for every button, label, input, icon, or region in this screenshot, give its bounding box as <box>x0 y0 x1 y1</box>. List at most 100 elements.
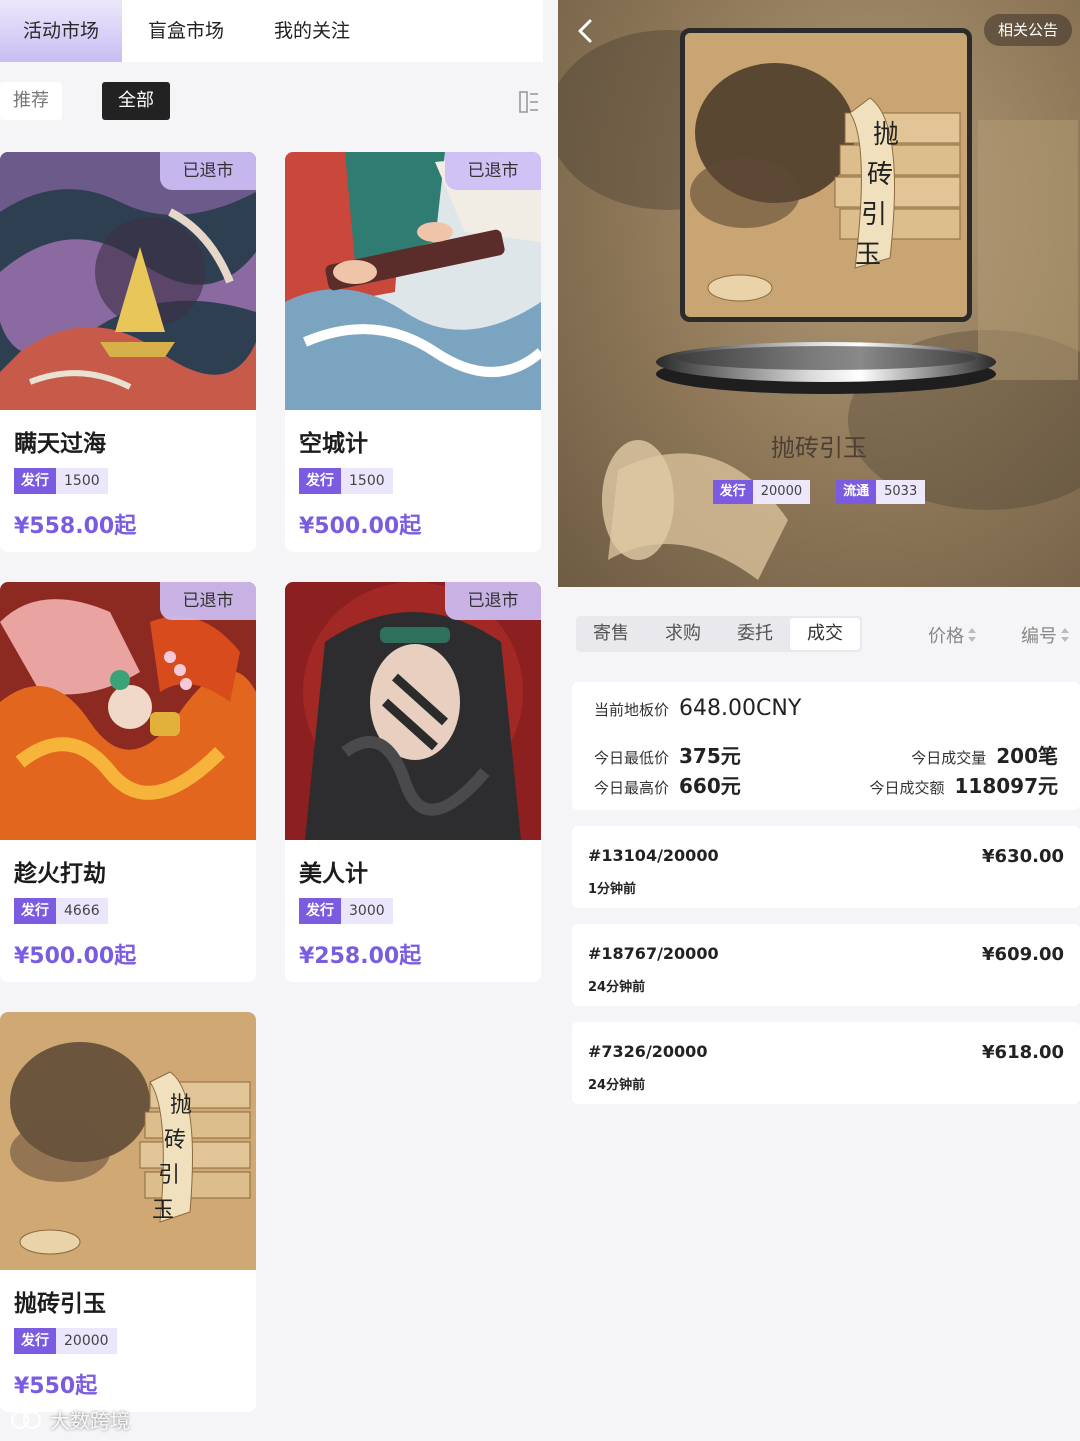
card-price: ¥500.00起 <box>14 944 137 969</box>
circulation-label: 流通 <box>836 480 877 504</box>
card-artwork-image <box>0 152 256 410</box>
announcement-button[interactable]: 相关公告 <box>983 14 1072 46</box>
issue-tag: 发行 4666 <box>14 898 108 924</box>
svg-text:砖: 砖 <box>867 160 893 190</box>
floor-price-row: 当前地板价 648.00CNY <box>594 696 801 721</box>
card-price: ¥500.00起 <box>299 514 422 539</box>
svg-text:砖: 砖 <box>164 1128 186 1153</box>
issue-tag: 发行 1500 <box>14 468 108 494</box>
low-price-label: 今日最低价 <box>594 749 670 767</box>
volume-value: 200笔 <box>996 744 1058 768</box>
high-price-value: 660元 <box>679 774 741 798</box>
circulation-tag: 流通 5033 <box>836 480 926 504</box>
collection-card[interactable]: 已退市 趁火打劫 发行 4666 ¥500.00起 <box>0 582 256 982</box>
card-artwork-image: 抛 砖 引 玉 <box>0 1012 256 1270</box>
card-title: 美人计 <box>299 861 368 887</box>
delisted-badge: 已退市 <box>445 152 541 190</box>
issue-label: 发行 <box>712 480 753 504</box>
trade-record[interactable]: #7326/20000 24分钟前 ¥618.00 <box>572 1022 1080 1104</box>
issue-label: 发行 <box>14 1328 56 1354</box>
svg-text:抛: 抛 <box>170 1093 192 1118</box>
delisted-badge: 已退市 <box>445 582 541 620</box>
floor-price-value: 648.00CNY <box>679 696 802 721</box>
filter-all[interactable]: 全部 <box>102 82 170 120</box>
watermark-logo-icon <box>11 1410 41 1429</box>
collection-card[interactable]: 已退市 美人计 发行 3000 ¥258.00起 <box>285 582 541 982</box>
card-title: 趁火打劫 <box>14 861 106 887</box>
svg-text:抛: 抛 <box>873 120 899 150</box>
sort-by-price[interactable]: 价格 <box>928 622 976 648</box>
issue-tag: 发行 1500 <box>299 468 393 494</box>
market-stats-card: 当前地板价 648.00CNY 今日最低价 375元 今日最高价 660元 今日… <box>572 682 1080 810</box>
tab-deals[interactable]: 成交 <box>790 618 860 650</box>
grid-layout-icon[interactable] <box>519 90 539 114</box>
sort-by-number[interactable]: 编号 <box>1021 622 1069 648</box>
sort-number-label: 编号 <box>1021 626 1057 647</box>
trade-time: 24分钟前 <box>588 980 646 995</box>
trade-record[interactable]: #13104/20000 1分钟前 ¥630.00 <box>572 826 1080 908</box>
issue-label: 发行 <box>14 898 56 924</box>
issue-count: 3000 <box>341 898 393 924</box>
volume-row: 今日成交量 200笔 <box>911 740 1058 769</box>
issue-count: 1500 <box>341 468 393 494</box>
amount-row: 今日成交额 118097元 <box>869 770 1058 799</box>
low-price-row: 今日最低价 375元 <box>594 740 741 769</box>
tab-my-follows[interactable]: 我的关注 <box>250 0 374 62</box>
issue-count: 20000 <box>56 1328 117 1354</box>
filter-recommended[interactable]: 推荐 <box>0 82 62 120</box>
card-artwork-image <box>285 582 541 840</box>
card-price: ¥550起 <box>14 1374 98 1399</box>
sort-arrows-icon <box>968 628 976 642</box>
tab-blindbox-market[interactable]: 盲盒市场 <box>124 0 248 62</box>
card-price: ¥258.00起 <box>299 944 422 969</box>
issue-count: 1500 <box>56 468 108 494</box>
svg-text:引: 引 <box>158 1163 180 1188</box>
market-tab-bar: 活动市场 盲盒市场 我的关注 <box>0 0 543 62</box>
amount-label: 今日成交额 <box>869 779 945 797</box>
tab-activity-market[interactable]: 活动市场 <box>0 0 122 62</box>
trade-segment-control: 寄售 求购 委托 成交 <box>576 616 862 652</box>
collection-card[interactable]: 已退市 瞒天过海 发行 1500 ¥558.00起 <box>0 152 256 552</box>
delisted-badge: 已退市 <box>160 152 256 190</box>
svg-text:玉: 玉 <box>855 240 881 270</box>
market-panel: 活动市场 盲盒市场 我的关注 推荐 全部 已退市 瞒天过海 发行 1500 ¥5… <box>0 0 543 1441</box>
collection-card[interactable]: 抛 砖 引 玉 抛砖引玉 发行 20000 ¥550起 <box>0 1012 256 1412</box>
collection-card[interactable]: 已退市 空城计 发行 1500 ¥500.00起 <box>285 152 541 552</box>
artwork-frame: 抛 砖 引 玉 <box>680 28 972 322</box>
delisted-badge: 已退市 <box>160 582 256 620</box>
tab-entrust[interactable]: 委托 <box>720 616 790 652</box>
display-pedestal <box>656 342 996 394</box>
circulation-count: 5033 <box>876 480 926 504</box>
hero-tag-row: 发行 20000 流通 5033 <box>558 480 1080 504</box>
trade-amount: ¥618.00 <box>982 1042 1064 1063</box>
tab-consign[interactable]: 寄售 <box>576 616 646 652</box>
filter-row: 推荐 全部 <box>0 62 543 140</box>
token-number: #7326/20000 <box>588 1042 708 1061</box>
app-root: 活动市场 盲盒市场 我的关注 推荐 全部 已退市 瞒天过海 发行 1500 ¥5… <box>0 0 1080 1441</box>
trade-record[interactable]: #18767/20000 24分钟前 ¥609.00 <box>572 924 1080 1006</box>
volume-label: 今日成交量 <box>911 749 987 767</box>
high-price-row: 今日最高价 660元 <box>594 770 741 799</box>
detail-panel: 相关公告 抛 砖 引 玉 抛砖引玉 发行 20000 流通 5033 寄售 求购… <box>558 0 1080 1441</box>
tab-want-to-buy[interactable]: 求购 <box>648 616 718 652</box>
issue-label: 发行 <box>14 468 56 494</box>
card-title: 抛砖引玉 <box>14 1291 106 1317</box>
trade-amount: ¥609.00 <box>982 944 1064 965</box>
low-price-value: 375元 <box>679 744 741 768</box>
collection-hero: 相关公告 抛 砖 引 玉 抛砖引玉 发行 20000 流通 5033 <box>558 0 1080 587</box>
issue-count: 4666 <box>56 898 108 924</box>
svg-text:引: 引 <box>861 200 887 230</box>
card-title: 瞒天过海 <box>14 431 106 457</box>
sort-price-label: 价格 <box>928 626 964 647</box>
sort-arrows-icon <box>1061 628 1069 642</box>
issue-label: 发行 <box>299 468 341 494</box>
card-artwork-image <box>285 152 541 410</box>
floor-price-label: 当前地板价 <box>594 701 670 719</box>
back-arrow-icon[interactable] <box>572 16 598 46</box>
issue-label: 发行 <box>299 898 341 924</box>
trade-amount: ¥630.00 <box>982 846 1064 867</box>
trade-time: 1分钟前 <box>588 882 637 897</box>
issue-count: 20000 <box>752 480 811 504</box>
trade-tab-row: 寄售 求购 委托 成交 价格 编号 <box>558 606 1080 656</box>
watermark: 大数跨境 <box>10 1405 130 1434</box>
